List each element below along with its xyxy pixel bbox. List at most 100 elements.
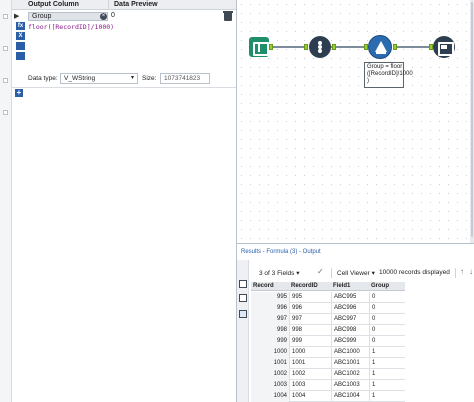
field1-cell[interactable]: ABC998 (331, 325, 369, 336)
table-row[interactable]: 995 995 ABC995 0 (251, 292, 405, 303)
connection-line[interactable] (396, 46, 433, 48)
record-id-cell[interactable]: 1000 (289, 347, 331, 358)
table-row[interactable]: 999 999 ABC999 0 (251, 336, 405, 347)
record-id-cell[interactable]: 1004 (289, 391, 331, 402)
function-icon[interactable]: fx (16, 22, 25, 30)
record-number[interactable]: 997 (251, 314, 289, 325)
record-id-cell[interactable]: 1001 (289, 358, 331, 369)
group-cell[interactable]: 0 (369, 303, 405, 314)
add-formula-button[interactable]: + (15, 89, 23, 97)
group-cell[interactable]: 1 (369, 347, 405, 358)
input-anchor[interactable] (304, 44, 308, 50)
output-anchor[interactable] (269, 44, 273, 50)
record-id-cell[interactable]: 997 (289, 314, 331, 325)
record-number[interactable]: 1000 (251, 347, 289, 358)
expression-text[interactable]: floor([RecordID]/1000) (28, 23, 114, 31)
folder-icon[interactable] (16, 42, 25, 50)
fields-dropdown[interactable]: 3 of 3 Fields ▾ (259, 269, 300, 277)
record-number[interactable]: 1002 (251, 369, 289, 380)
field1-cell[interactable]: ABC1003 (331, 380, 369, 391)
group-cell[interactable]: 1 (369, 369, 405, 380)
record-id-cell[interactable]: 996 (289, 303, 331, 314)
table-row[interactable]: 1004 1004 ABC1004 1 (251, 391, 405, 402)
output-column-select[interactable]: Group (28, 12, 108, 21)
arrow-up-icon[interactable]: ↑ (460, 267, 464, 276)
strip-toggle[interactable] (3, 46, 8, 51)
group-cell[interactable]: 0 (369, 292, 405, 303)
field1-cell[interactable]: ABC999 (331, 336, 369, 347)
table-row[interactable]: 1003 1003 ABC1003 1 (251, 380, 405, 391)
table-row[interactable]: 997 997 ABC997 0 (251, 314, 405, 325)
column-header[interactable]: Record (253, 283, 274, 289)
group-cell[interactable]: 1 (369, 391, 405, 402)
record-id-cell[interactable]: 999 (289, 336, 331, 347)
group-cell[interactable]: 1 (369, 380, 405, 391)
strip-toggle[interactable] (3, 14, 8, 19)
output-anchor[interactable] (393, 44, 397, 50)
formula-row[interactable]: ▶ Group × 0 (12, 11, 236, 22)
data-type-select[interactable]: V_WString ▾ (60, 73, 138, 84)
check-icon[interactable]: ✓ (317, 267, 324, 276)
variable-icon[interactable]: X (16, 32, 25, 40)
size-field[interactable]: 1073741823 (160, 73, 210, 84)
field1-cell[interactable]: ABC1004 (331, 391, 369, 402)
record-number[interactable]: 1003 (251, 380, 289, 391)
input-data-tool-icon[interactable] (249, 37, 269, 57)
record-number[interactable]: 998 (251, 325, 289, 336)
record-number[interactable]: 996 (251, 303, 289, 314)
canvas-scrollbar[interactable] (470, 0, 474, 243)
cell-viewer-dropdown[interactable]: Cell Viewer ▾ (337, 269, 375, 277)
browse-tool-icon[interactable] (433, 36, 455, 58)
strip-toggle[interactable] (3, 78, 8, 83)
column-header[interactable]: Group (371, 283, 389, 289)
table-row[interactable]: 1000 1000 ABC1000 1 (251, 347, 405, 358)
formula-tool-icon[interactable] (368, 35, 392, 59)
record-id-cell[interactable]: 998 (289, 325, 331, 336)
size-label: Size: (142, 75, 157, 82)
record-id-cell[interactable]: 1003 (289, 380, 331, 391)
row-pointer-icon: ▶ (14, 13, 20, 20)
record-number[interactable]: 1004 (251, 391, 289, 402)
record-number[interactable]: 995 (251, 292, 289, 303)
field1-cell[interactable]: ABC995 (331, 292, 369, 303)
record-id-cell[interactable]: 1002 (289, 369, 331, 380)
group-cell[interactable]: 1 (369, 358, 405, 369)
table-row[interactable]: 1001 1001 ABC1001 1 (251, 358, 405, 369)
group-cell[interactable]: 0 (369, 325, 405, 336)
table-row[interactable]: 996 996 ABC996 0 (251, 303, 405, 314)
group-cell[interactable]: 0 (369, 336, 405, 347)
output-anchor[interactable] (332, 44, 336, 50)
field1-cell[interactable]: ABC1002 (331, 369, 369, 380)
table-row[interactable]: 1002 1002 ABC1002 1 (251, 369, 405, 380)
record-number[interactable]: 999 (251, 336, 289, 347)
column-header[interactable]: RecordID (291, 283, 318, 289)
group-cell[interactable]: 0 (369, 314, 405, 325)
data-view-icon[interactable] (239, 310, 247, 318)
results-toolbar (237, 260, 249, 402)
clear-column-icon[interactable]: × (100, 13, 107, 20)
strip-toggle[interactable] (3, 110, 8, 115)
sum-icon[interactable] (239, 294, 247, 302)
field1-cell[interactable]: ABC1001 (331, 358, 369, 369)
record-id-cell[interactable]: 995 (289, 292, 331, 303)
record-id-tool-icon[interactable] (309, 36, 331, 58)
table-view-icon[interactable] (239, 280, 247, 288)
connection-line[interactable] (331, 46, 368, 48)
connection-line[interactable] (268, 46, 307, 48)
data-type-value: V_WString (64, 75, 96, 82)
field1-cell[interactable]: ABC996 (331, 303, 369, 314)
column-header[interactable]: Field1 (333, 283, 350, 289)
data-type-row: Data type: V_WString ▾ Size: 1073741823 (28, 73, 236, 85)
record-number[interactable]: 1001 (251, 358, 289, 369)
delete-row-icon[interactable] (223, 11, 233, 21)
save-icon[interactable] (16, 52, 25, 60)
results-grid[interactable]: Record RecordID Field1 Group 995 995 ABC99… (251, 282, 405, 402)
formula-annotation: Group = floor ([RecordID]/1000 ) (364, 62, 413, 88)
table-row[interactable]: 998 998 ABC998 0 (251, 325, 405, 336)
data-type-label: Data type: (28, 75, 58, 82)
field1-cell[interactable]: ABC997 (331, 314, 369, 325)
data-preview-value: 0 (111, 12, 115, 19)
expression-editor[interactable]: floor([RecordID]/1000) (28, 22, 236, 64)
arrow-down-icon[interactable]: ↓ (469, 267, 473, 276)
field1-cell[interactable]: ABC1000 (331, 347, 369, 358)
